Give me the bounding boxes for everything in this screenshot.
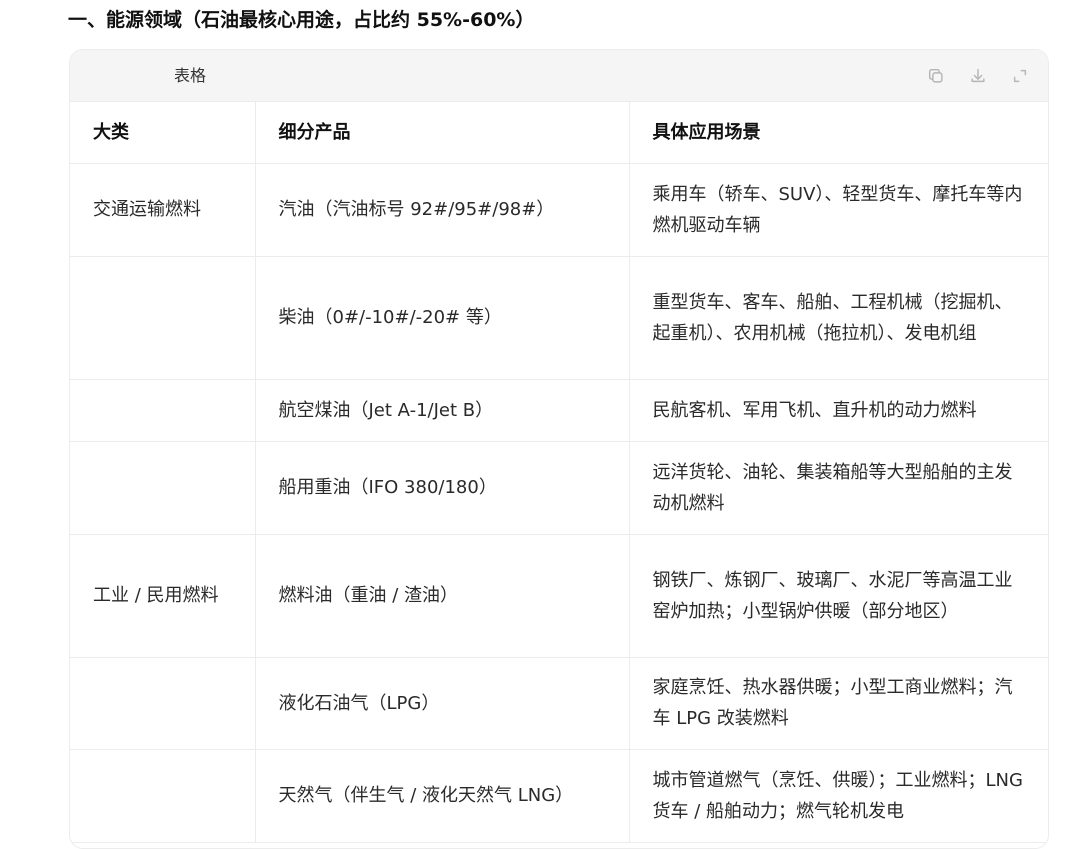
cell-category <box>70 657 255 750</box>
section-heading: 一、能源领域（石油最核心用途，占比约 55%-60%） <box>68 9 535 31</box>
table-row: 船用重油（IFO 380/180） 远洋货轮、油轮、集装箱船等大型船舶的主发动机… <box>70 441 1048 535</box>
cell-scene: 家庭烹饪、热水器供暖；小型工商业燃料；汽车 LPG 改装燃料 <box>628 657 1048 750</box>
cell-scene: 城市管道燃气（烹饪、供暖）；工业燃料；LNG 货车 / 船舶动力；燃气轮机发电 <box>628 749 1048 843</box>
header-product: 细分产品 <box>254 102 629 164</box>
cell-product: 柴油（0#/-10#/-20# 等） <box>254 256 629 380</box>
table-row: 天然气（伴生气 / 液化天然气 LNG） 城市管道燃气（烹饪、供暖）；工业燃料；… <box>70 749 1048 843</box>
table-row: 工业 / 民用燃料 燃料油（重油 / 渣油） 钢铁厂、炼钢厂、玻璃厂、水泥厂等高… <box>70 534 1048 658</box>
table-row: 交通运输燃料 汽油（汽油标号 92#/95#/98#） 乘用车（轿车、SUV）、… <box>70 163 1048 257</box>
header-scene: 具体应用场景 <box>628 102 1048 164</box>
cell-scene: 重型货车、客车、船舶、工程机械（挖掘机、起重机）、农用机械（拖拉机）、发电机组 <box>628 256 1048 380</box>
cell-scene: 钢铁厂、炼钢厂、玻璃厂、水泥厂等高温工业窑炉加热；小型锅炉供暖（部分地区） <box>628 534 1048 658</box>
header-category: 大类 <box>70 102 255 164</box>
download-icon[interactable] <box>968 66 988 86</box>
cell-product: 燃料油（重油 / 渣油） <box>254 534 629 658</box>
data-table: 大类 细分产品 具体应用场景 交通运输燃料 汽油（汽油标号 92#/95#/98… <box>70 102 1048 843</box>
table-row: 航空煤油（Jet A-1/Jet B） 民航客机、军用飞机、直升机的动力燃料 <box>70 379 1048 442</box>
cell-product: 船用重油（IFO 380/180） <box>254 441 629 535</box>
cell-scene: 民航客机、军用飞机、直升机的动力燃料 <box>628 379 1048 442</box>
table-header-row: 大类 细分产品 具体应用场景 <box>70 102 1048 164</box>
table-card: 表格 大类 细分产品 具体应用场景 交通运输燃料 汽油（汽油标号 92#/95#… <box>69 49 1049 849</box>
table-card-title: 表格 <box>174 66 207 85</box>
cell-category <box>70 379 255 442</box>
cell-category <box>70 749 255 843</box>
copy-icon[interactable] <box>926 66 946 86</box>
cell-product: 天然气（伴生气 / 液化天然气 LNG） <box>254 749 629 843</box>
cell-category <box>70 256 255 380</box>
cell-product: 航空煤油（Jet A-1/Jet B） <box>254 379 629 442</box>
table-row: 柴油（0#/-10#/-20# 等） 重型货车、客车、船舶、工程机械（挖掘机、起… <box>70 256 1048 380</box>
cell-product: 液化石油气（LPG） <box>254 657 629 750</box>
table-row: 液化石油气（LPG） 家庭烹饪、热水器供暖；小型工商业燃料；汽车 LPG 改装燃… <box>70 657 1048 750</box>
cell-category: 交通运输燃料 <box>70 163 255 257</box>
cell-scene: 远洋货轮、油轮、集装箱船等大型船舶的主发动机燃料 <box>628 441 1048 535</box>
table-card-header: 表格 <box>70 50 1048 102</box>
expand-icon[interactable] <box>1010 66 1030 86</box>
cell-category <box>70 441 255 535</box>
cell-category: 工业 / 民用燃料 <box>70 534 255 658</box>
cell-product: 汽油（汽油标号 92#/95#/98#） <box>254 163 629 257</box>
cell-scene: 乘用车（轿车、SUV）、轻型货车、摩托车等内燃机驱动车辆 <box>628 163 1048 257</box>
table-toolbar <box>926 66 1030 86</box>
